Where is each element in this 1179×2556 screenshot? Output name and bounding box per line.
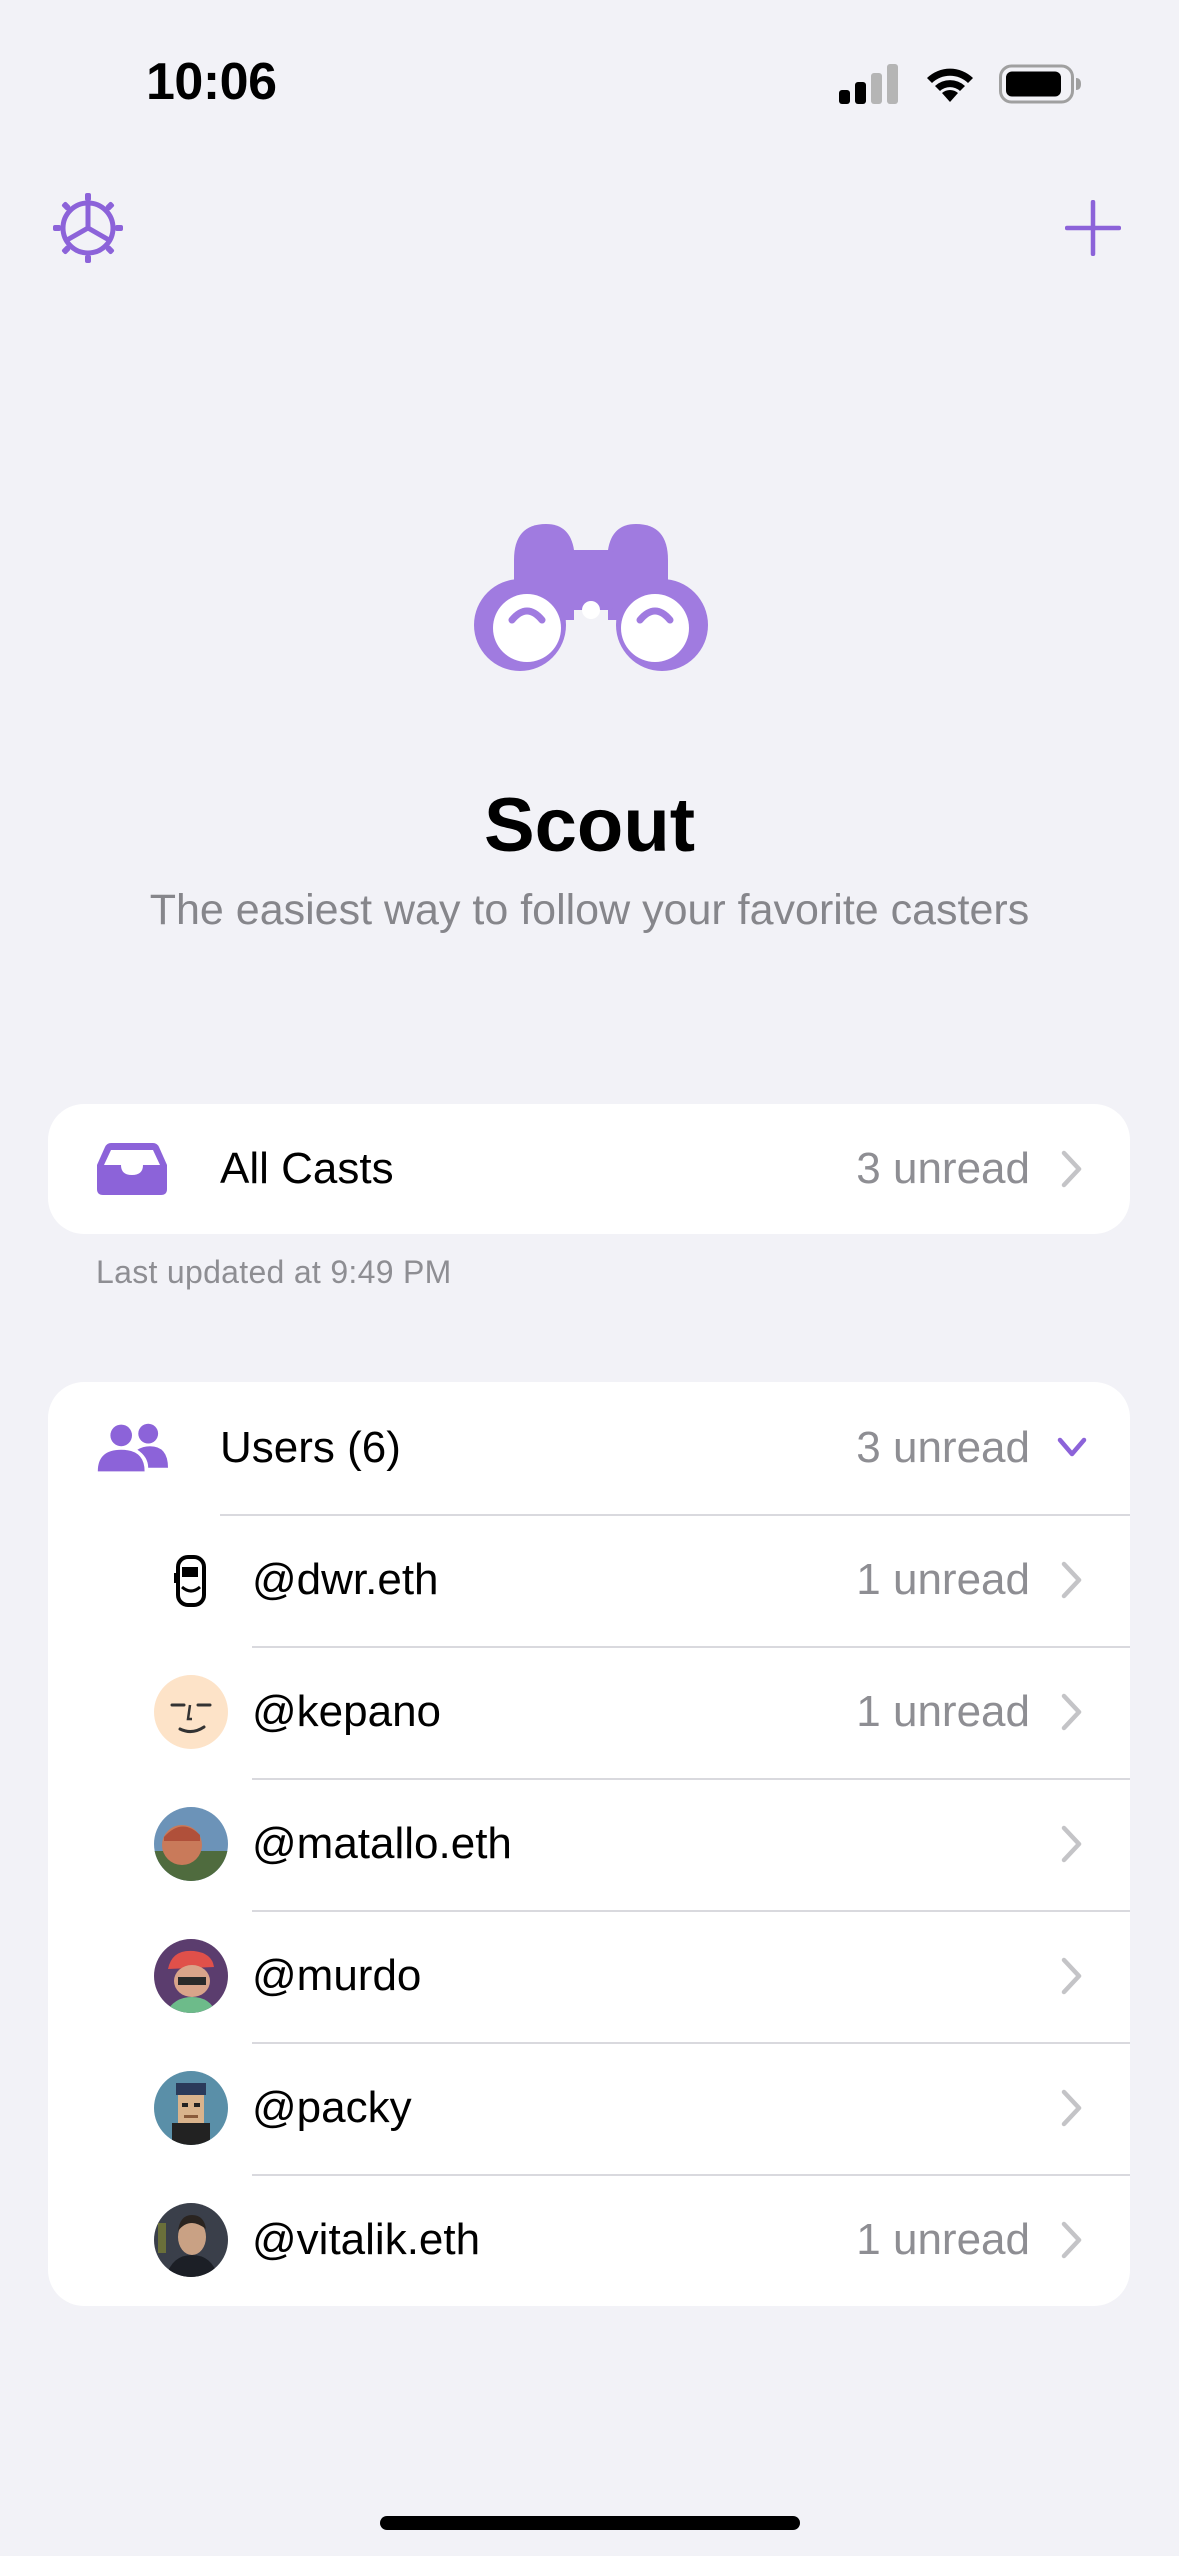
cellular-signal-icon (839, 64, 898, 104)
add-button[interactable] (1053, 188, 1133, 268)
binoculars-icon (474, 524, 708, 671)
user-row-kepano[interactable]: @kepano 1 unread (48, 1646, 1130, 1778)
chevron-right-icon (1061, 1693, 1082, 1731)
screen: 10:06 Scout The easiest way to follow yo… (0, 0, 1179, 2556)
avatar-kepano (154, 1675, 228, 1749)
users-header-row[interactable]: Users (6) 3 unread (48, 1382, 1130, 1514)
users-card: Users (6) 3 unread @dwr.eth 1 unread @ke… (48, 1382, 1130, 2306)
users-unread: 3 unread (856, 1423, 1030, 1472)
status-icons (839, 64, 1083, 104)
battery-icon (999, 64, 1081, 104)
avatar-murdo (154, 1939, 228, 2013)
chevron-right-icon (1061, 1150, 1082, 1188)
chevron-right-icon (1061, 1957, 1082, 1995)
user-row-matallo[interactable]: @matallo.eth (48, 1778, 1130, 1910)
all-casts-label: All Casts (220, 1144, 394, 1193)
user-row-vitalik[interactable]: @vitalik.eth 1 unread (48, 2174, 1130, 2306)
users-label: Users (6) (220, 1423, 401, 1472)
user-row-dwr[interactable]: @dwr.eth 1 unread (48, 1514, 1130, 1646)
avatar-dwr (154, 1543, 228, 1617)
all-casts-row[interactable]: All Casts 3 unread (48, 1104, 1130, 1234)
chevron-down-icon (1057, 1437, 1087, 1457)
row-divider (252, 1778, 1130, 1780)
chevron-right-icon (1061, 2089, 1082, 2127)
user-handle: @murdo (252, 1951, 422, 2000)
avatar-packy (154, 2071, 228, 2145)
row-divider (220, 1514, 1130, 1516)
wifi-icon (927, 68, 973, 102)
people-icon (96, 1412, 168, 1484)
user-handle: @vitalik.eth (252, 2215, 481, 2264)
user-unread: 1 unread (856, 2215, 1030, 2264)
user-handle: @kepano (252, 1687, 442, 1736)
row-divider (252, 2042, 1130, 2044)
user-row-murdo[interactable]: @murdo (48, 1910, 1130, 2042)
last-updated-text: Last updated at 9:49 PM (96, 1254, 452, 1290)
row-divider (252, 2174, 1130, 2176)
home-indicator[interactable] (380, 2516, 800, 2530)
settings-gear-icon (53, 193, 123, 263)
app-title: Scout (483, 783, 696, 868)
user-handle: @matallo.eth (252, 1819, 512, 1868)
avatar-vitalik (154, 2203, 228, 2277)
user-handle: @dwr.eth (252, 1555, 439, 1604)
settings-button[interactable] (48, 188, 128, 268)
chevron-right-icon (1061, 2221, 1082, 2259)
user-unread: 1 unread (856, 1555, 1030, 1604)
user-handle: @packy (252, 2083, 412, 2132)
avatar-matallo (154, 1807, 228, 1881)
chevron-right-icon (1061, 1561, 1082, 1599)
all-casts-unread: 3 unread (856, 1144, 1030, 1193)
status-time: 10:06 (146, 53, 277, 111)
inbox-tray-icon (96, 1133, 168, 1205)
app-subtitle: The easiest way to follow your favorite … (149, 886, 1030, 934)
all-casts-card: All Casts 3 unread (48, 1104, 1130, 1234)
user-row-packy[interactable]: @packy (48, 2042, 1130, 2174)
row-divider (252, 1646, 1130, 1648)
plus-icon (1065, 200, 1121, 256)
row-divider (252, 1910, 1130, 1912)
user-unread: 1 unread (856, 1687, 1030, 1736)
chevron-right-icon (1061, 1825, 1082, 1863)
